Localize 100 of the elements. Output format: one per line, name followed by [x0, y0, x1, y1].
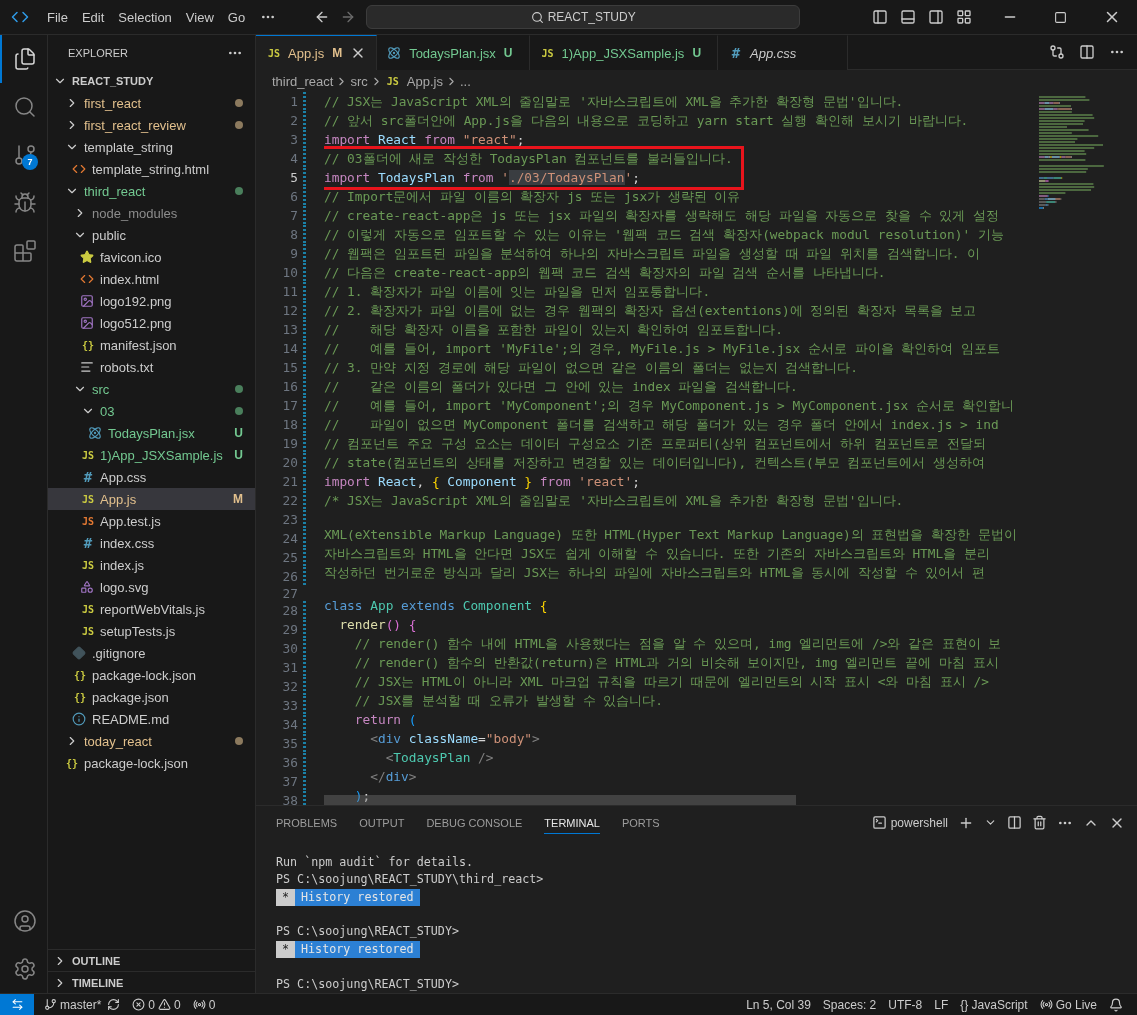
json-file-icon: {}	[64, 757, 80, 769]
tree-item[interactable]: JS reportWebVitals.js	[48, 598, 255, 620]
tree-item[interactable]: logo192.png	[48, 290, 255, 312]
tree-item[interactable]: JS App.test.js	[48, 510, 255, 532]
line-number: 12	[281, 303, 298, 318]
line-number: 35	[281, 736, 298, 751]
branch-status[interactable]: master*	[38, 997, 108, 1012]
tree-item[interactable]: {} manifest.json	[48, 334, 255, 356]
tree-item[interactable]: JS App.js M	[48, 488, 255, 510]
status-item[interactable]: Ln 5, Col 39	[740, 997, 817, 1012]
menu-item[interactable]: Selection	[111, 9, 179, 25]
ports-status[interactable]: 0	[186, 997, 222, 1012]
settings-icon	[12, 957, 37, 981]
tree-item[interactable]: {} package-lock.json	[48, 664, 255, 686]
editor-tab[interactable]: # App.css	[718, 35, 849, 70]
panel-tab[interactable]: DEBUG CONSOLE	[426, 811, 523, 835]
branch-icon	[12, 143, 37, 167]
line-number: 3	[289, 132, 298, 147]
line-number: 29	[281, 622, 298, 637]
sync-icon[interactable]	[107, 998, 121, 1011]
json-file-icon: {}	[72, 669, 88, 681]
tree-item[interactable]: template_string	[48, 136, 255, 158]
split-icon[interactable]	[1007, 815, 1022, 831]
breadcrumb-item[interactable]: src	[350, 73, 368, 89]
tree-item[interactable]: TodaysPlan.jsx U	[48, 422, 255, 444]
editor-tab[interactable]: JS App.js M	[256, 35, 378, 70]
menu-item[interactable]: File	[40, 9, 75, 25]
tree-item[interactable]: # App.css	[48, 466, 255, 488]
activity-item[interactable]: 7	[0, 131, 47, 179]
tree-item[interactable]: template_string.html	[48, 158, 255, 180]
status-item[interactable]: LF	[928, 997, 955, 1012]
line-number: 9	[289, 246, 298, 261]
menu-item[interactable]: Go	[220, 9, 253, 25]
trash-icon[interactable]	[1032, 815, 1047, 831]
tree-item-label: template_string.html	[92, 161, 211, 177]
tree-item[interactable]: JS index.js	[48, 554, 255, 576]
tree-item[interactable]: JS setupTests.js	[48, 620, 255, 642]
terminal-selector[interactable]: powershell	[871, 815, 948, 831]
tree-item[interactable]: {} package-lock.json	[48, 752, 255, 774]
panel-left-icon[interactable]	[872, 9, 888, 25]
problems-status[interactable]: 0 0	[126, 997, 187, 1012]
js-file-icon: JS	[80, 625, 96, 637]
status-item[interactable]: UTF-8	[882, 997, 929, 1012]
editor-tab[interactable]: TodaysPlan.jsx U	[377, 35, 530, 70]
panel-right-icon[interactable]	[928, 9, 944, 25]
tree-item[interactable]: first_react	[48, 92, 255, 114]
section-header[interactable]: OUTLINE	[48, 949, 255, 971]
panel-tab[interactable]: TERMINAL	[544, 811, 600, 835]
go-live-button[interactable]: Go Live	[1033, 997, 1103, 1012]
js-file-icon: JS	[80, 493, 96, 505]
tree-item-label: third_react	[84, 183, 147, 199]
breadcrumb-item[interactable]: ...	[459, 73, 471, 89]
breadcrumb-item[interactable]: App.js	[406, 73, 443, 89]
tree-item[interactable]: # index.css	[48, 532, 255, 554]
tree-item[interactable]: .gitignore	[48, 642, 255, 664]
menu-item[interactable]: Edit	[74, 9, 112, 25]
menu-item[interactable]: View	[178, 9, 221, 25]
maximize-icon[interactable]	[1054, 10, 1067, 24]
breadcrumb-item[interactable]: third_react	[272, 73, 334, 89]
tree-item[interactable]: node_modules	[48, 202, 255, 224]
tree-item[interactable]: third_react	[48, 180, 255, 202]
status-item[interactable]: Spaces: 2	[816, 997, 883, 1012]
branch-icon	[44, 998, 57, 1011]
panel-tab[interactable]: OUTPUT	[359, 811, 405, 835]
command-center-search[interactable]: REACT_STUDY	[366, 5, 801, 29]
diamond-icon	[72, 646, 86, 660]
tree-item[interactable]: logo512.png	[48, 312, 255, 334]
line-number: 33	[281, 698, 298, 713]
tree-item[interactable]: 03	[48, 400, 255, 422]
compare-icon[interactable]	[1049, 44, 1065, 60]
tree-item[interactable]: logo.svg	[48, 576, 255, 598]
panel-tab[interactable]: PROBLEMS	[276, 811, 338, 835]
panel-bottom-icon[interactable]	[900, 9, 916, 25]
tree-item[interactable]: robots.txt	[48, 356, 255, 378]
tree-item[interactable]: {} package.json	[48, 686, 255, 708]
bell-icon[interactable]	[1109, 997, 1123, 1012]
json-file-icon: {}	[80, 339, 96, 351]
workspace-header[interactable]: REACT_STUDY	[48, 70, 255, 92]
tree-item[interactable]: index.html	[48, 268, 255, 290]
code-line: // JSX는 JavaScript XML의 줄임말로 '자바스크립트에 XML을 추가한 확장형 문법'입니다.	[324, 93, 904, 111]
panel-tab[interactable]: PORTS	[621, 811, 660, 835]
editor-tab[interactable]: JS 1)App_JSXSample.js U	[529, 35, 719, 70]
tree-item-label: robots.txt	[100, 359, 155, 375]
remote-button[interactable]	[0, 993, 34, 1015]
layout-icon[interactable]	[956, 9, 972, 25]
tree-item[interactable]: favicon.ico	[48, 246, 255, 268]
tree-item-label: 1)App_JSXSample.js	[100, 447, 224, 463]
tree-item[interactable]: src	[48, 378, 255, 400]
tree-item[interactable]: public	[48, 224, 255, 246]
tree-item[interactable]: JS 1)App_JSXSample.js U	[48, 444, 255, 466]
terminal-icon	[871, 815, 887, 831]
workspace-name: REACT_STUDY	[72, 75, 155, 87]
line-number: 25	[281, 550, 298, 565]
js-file-icon: JS	[80, 559, 96, 571]
tree-item[interactable]: README.md	[48, 708, 255, 730]
language-mode[interactable]: {} JavaScript	[954, 997, 1034, 1012]
tree-item[interactable]: today_react	[48, 730, 255, 752]
split-editor-icon[interactable]	[1079, 44, 1095, 60]
tree-item[interactable]: first_react_review	[48, 114, 255, 136]
code-line: import React from "react";	[324, 131, 525, 149]
